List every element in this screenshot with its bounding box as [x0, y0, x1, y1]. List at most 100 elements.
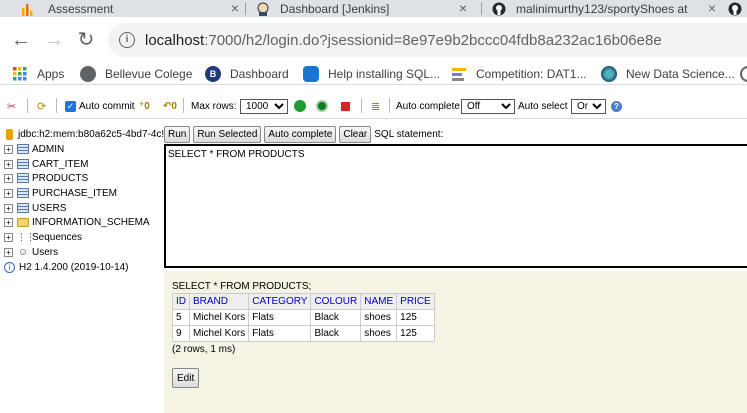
- toolbar-divider: [361, 98, 362, 113]
- help-icon[interactable]: ?: [611, 93, 622, 119]
- refresh-icon[interactable]: ⟳: [37, 93, 46, 119]
- tree-table-purchase-item[interactable]: + PURCHASE_ITEM: [0, 186, 117, 200]
- auto-select-select[interactable]: On: [571, 98, 606, 114]
- info-icon: i: [4, 261, 15, 273]
- expand-icon[interactable]: +: [4, 247, 13, 257]
- table-name: PRODUCTS: [32, 172, 89, 184]
- auto-commit-checkbox[interactable]: ✓ Auto commit: [65, 93, 135, 119]
- auto-complete-select[interactable]: Off: [461, 98, 515, 114]
- max-rows-select[interactable]: 1000: [240, 98, 288, 114]
- address-bar: ← → ↻ i localhost:7000/h2/login.do?jsess…: [0, 17, 747, 63]
- tree-table-cart-item[interactable]: + CART_ITEM: [0, 157, 89, 171]
- run-selected-button[interactable]: Run Selected: [193, 125, 262, 143]
- table-cell: Flats: [248, 325, 312, 342]
- bookmark-label: New Data Science...: [626, 67, 735, 81]
- schema-tree: jdbc:h2:mem:b80a62c5-4bd7-4c! + ADMIN + …: [0, 124, 164, 413]
- url-input[interactable]: i localhost:7000/h2/login.do?jsessionid=…: [108, 23, 747, 57]
- tree-information-schema[interactable]: + INFORMATION_SCHEMA: [0, 215, 150, 229]
- column-header[interactable]: PRICE: [396, 293, 435, 310]
- tab-divider: [481, 2, 482, 15]
- bookmark-label: Help installing SQL...: [328, 67, 441, 81]
- history-icon[interactable]: ≣: [371, 93, 380, 119]
- result-info: (2 rows, 1 ms): [172, 344, 236, 355]
- url-host: localhost: [145, 31, 205, 49]
- tab-title: Assessment: [48, 1, 114, 16]
- bookmark-apps[interactable]: Apps: [12, 65, 64, 83]
- users-label: Users: [32, 246, 59, 258]
- edit-button[interactable]: Edit: [172, 368, 200, 388]
- table-header-row: ID BRAND CATEGORY COLOUR NAME PRICE: [172, 293, 435, 310]
- bookmark-help-sql[interactable]: Help installing SQL...: [303, 65, 440, 83]
- users-icon: ☺: [17, 246, 29, 258]
- run-button[interactable]: Run: [164, 125, 191, 143]
- disconnect-icon[interactable]: ✂: [7, 93, 16, 119]
- column-header[interactable]: CATEGORY: [248, 293, 312, 310]
- tab-github-partial[interactable]: [728, 0, 747, 17]
- bookmark-bellevue[interactable]: Bellevue Colege: [80, 65, 192, 83]
- bookmark-competition[interactable]: Competition: DAT1...: [451, 65, 586, 83]
- column-header[interactable]: NAME: [360, 293, 398, 310]
- tree-version: i H2 1.4.200 (2019-10-14): [0, 260, 129, 274]
- globe-icon: [80, 66, 96, 82]
- checkmark-icon: ✓: [65, 100, 76, 112]
- expand-icon[interactable]: +: [4, 188, 13, 198]
- back-arrow-icon[interactable]: ←: [10, 30, 32, 50]
- folder-icon: [17, 217, 29, 227]
- sql-editor[interactable]: SELECT * FROM PRODUCTS: [164, 144, 747, 268]
- competition-bars-icon: [451, 66, 467, 82]
- commit-icon[interactable]: ⁺0: [139, 93, 150, 119]
- rollback-icon[interactable]: ↶0: [163, 93, 177, 119]
- run-selected-icon[interactable]: [316, 93, 328, 119]
- database-icon: [303, 66, 319, 82]
- tab-github[interactable]: malinimurthy123/sportyShoes at ×: [492, 0, 719, 17]
- close-icon[interactable]: ×: [705, 0, 719, 16]
- tree-table-admin[interactable]: + ADMIN: [0, 142, 64, 156]
- expand-icon[interactable]: +: [4, 232, 13, 242]
- bookmark-overflow[interactable]: [740, 65, 747, 83]
- tree-table-products[interactable]: + PRODUCTS: [0, 171, 88, 185]
- tab-divider: [245, 2, 246, 15]
- result-table: ID BRAND CATEGORY COLOUR NAME PRICE 5 Mi…: [172, 293, 435, 342]
- stop-icon[interactable]: [341, 93, 350, 119]
- h2-toolbar: ✂ ⟳ ✓ Auto commit ⁺0 ↶0 Max rows: 1000 ≣…: [0, 93, 747, 119]
- table-cell: Michel Kors: [188, 325, 250, 342]
- expand-icon[interactable]: +: [4, 159, 13, 169]
- info-icon[interactable]: i: [119, 32, 135, 48]
- close-icon[interactable]: ×: [456, 0, 470, 16]
- expand-icon[interactable]: +: [4, 203, 13, 213]
- expand-icon[interactable]: +: [4, 144, 13, 154]
- apps-grid-icon: [12, 66, 28, 82]
- query-toolbar: Run Run Selected Auto complete Clear SQL…: [164, 124, 747, 144]
- forward-arrow-icon[interactable]: →: [43, 30, 65, 50]
- clear-button[interactable]: Clear: [339, 125, 372, 143]
- tree-table-users[interactable]: + USERS: [0, 201, 66, 215]
- bookmark-data-science[interactable]: New Data Science...: [601, 65, 735, 83]
- reload-icon[interactable]: ↻: [75, 30, 97, 50]
- toolbar-divider: [389, 98, 390, 113]
- tree-sequences[interactable]: + ⋮⋮ Sequences: [0, 230, 82, 244]
- connection-url: jdbc:h2:mem:b80a62c5-4bd7-4c!: [18, 128, 165, 140]
- tree-users[interactable]: + ☺ Users: [0, 245, 58, 259]
- tab-assessment[interactable]: Assessment ×: [20, 0, 242, 17]
- expand-icon[interactable]: +: [4, 217, 13, 227]
- run-icon[interactable]: [294, 93, 306, 119]
- bookmark-dashboard[interactable]: B Dashboard: [205, 65, 289, 83]
- auto-complete-button[interactable]: Auto complete: [264, 125, 337, 143]
- data-science-icon: [601, 66, 617, 82]
- column-header[interactable]: ID: [172, 293, 190, 310]
- auto-select-label: Auto select: [518, 100, 568, 112]
- tab-jenkins[interactable]: Dashboard [Jenkins] ×: [256, 0, 470, 17]
- version-text: H2 1.4.200 (2019-10-14): [19, 261, 129, 273]
- close-icon[interactable]: ×: [228, 0, 242, 16]
- auto-complete-label: Auto complete: [396, 100, 460, 112]
- toolbar-divider: [183, 98, 184, 113]
- tree-connection[interactable]: jdbc:h2:mem:b80a62c5-4bd7-4c!: [0, 127, 164, 141]
- toolbar-divider: [56, 98, 57, 113]
- column-header[interactable]: COLOUR: [310, 293, 362, 310]
- sequences-label: Sequences: [32, 231, 83, 243]
- table-cell: 125: [396, 325, 435, 342]
- expand-icon[interactable]: +: [4, 173, 13, 183]
- github-icon: [492, 2, 506, 16]
- column-header[interactable]: BRAND: [188, 293, 250, 310]
- table-name: ADMIN: [32, 143, 65, 155]
